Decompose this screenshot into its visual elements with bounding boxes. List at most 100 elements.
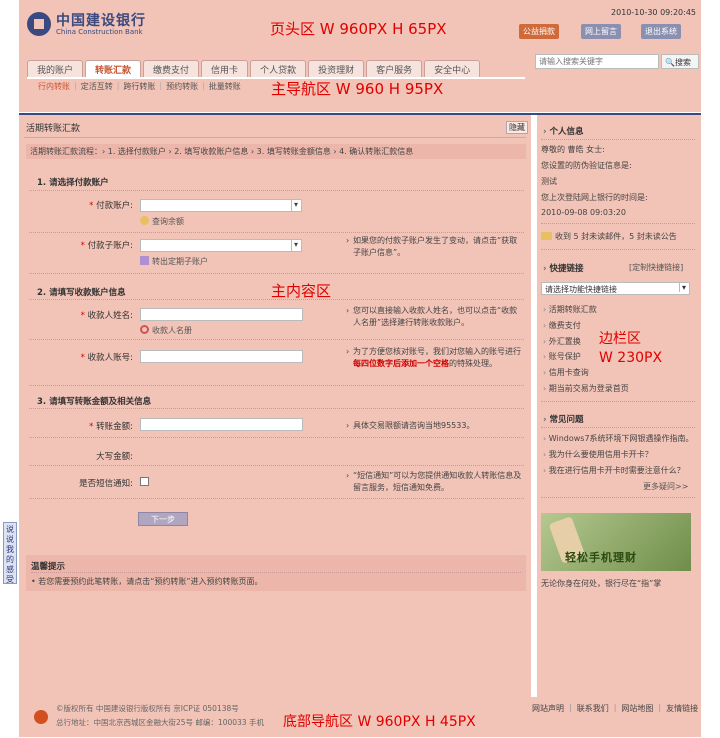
- payee-account-hint-1: 为了方便您核对账号，我们对您输入的账号进行: [353, 347, 521, 356]
- security-info-value: 测试: [541, 177, 557, 186]
- promo-caption: 无论你身在何处，银行尽在“指”掌: [541, 579, 662, 588]
- footer-link-contact[interactable]: 联系我们: [577, 703, 609, 714]
- subnav-batch[interactable]: 批量转账: [209, 81, 241, 92]
- footer-separator: |: [613, 703, 617, 712]
- logout-button[interactable]: 退出系统: [641, 24, 681, 39]
- bank-name-cn: 中国建设银行: [56, 13, 146, 29]
- tab-credit-card[interactable]: 信用卡: [201, 60, 249, 77]
- payee-name-input[interactable]: [140, 308, 303, 321]
- pay-sub-account-label: * 付款子账户:: [80, 241, 133, 251]
- tab-payment[interactable]: 缴费支付: [143, 60, 200, 77]
- sidebar-annotation-line2: W 230PX: [599, 350, 663, 366]
- faq-item[interactable]: 我为什么要使用信用卡开卡？: [543, 449, 653, 460]
- search-icon: 🔍: [665, 58, 675, 67]
- quick-link-item[interactable]: 账号保护: [543, 351, 581, 362]
- charity-button[interactable]: 公益捐款: [519, 24, 559, 39]
- subnav-scheduled[interactable]: 预约转账: [166, 81, 198, 92]
- tips-box: 温馨提示 • 若您需要预约此笔转账，请点击“预约转账”进入预约转账页面。: [26, 555, 526, 591]
- main-annotation: 主内容区: [271, 282, 332, 300]
- faq-item[interactable]: Windows7系统环境下网银遇操作指南。: [543, 433, 694, 444]
- subnav-fixed-current[interactable]: 定活互转: [81, 81, 113, 92]
- personal-info-title: 个人信息: [543, 125, 584, 137]
- tab-security[interactable]: 安全中心: [424, 60, 481, 77]
- payee-book-link[interactable]: 收款人名册: [140, 325, 192, 336]
- subnav-intra-transfer[interactable]: 行内转账: [38, 81, 70, 92]
- faq-item[interactable]: 我在进行信用卡开卡时需要注意什么？: [543, 465, 685, 476]
- tab-transfer[interactable]: 转账汇款: [85, 60, 142, 77]
- section-payee-info: 2. 请填写收款账户信息: [37, 288, 126, 298]
- pay-account-label-text: 付款账户:: [96, 201, 133, 211]
- amount-upper-label: 大写金额:: [96, 452, 133, 462]
- sidebar-divider-line: [541, 223, 695, 224]
- security-info-label: 您设置的防伪验证信息是:: [541, 161, 632, 170]
- quick-link-item[interactable]: 缴费支付: [543, 320, 581, 331]
- amount-input[interactable]: [140, 418, 303, 431]
- search-button-label: 搜索: [674, 58, 691, 67]
- payee-name-label-text: 收款人姓名:: [87, 311, 133, 321]
- section-divider: [29, 273, 524, 274]
- tab-personal-loan[interactable]: 个人贷款: [250, 60, 307, 77]
- sub-navigation: 行内转账 | 定活互转 | 跨行转账 | 预约转账 | 批量转账: [38, 81, 241, 92]
- pay-sub-account-select[interactable]: [140, 239, 302, 252]
- pay-account-select[interactable]: [140, 199, 302, 212]
- sms-notify-checkbox[interactable]: [140, 477, 149, 486]
- bank-logo-icon[interactable]: [27, 12, 51, 36]
- main-content: 活期转账汇款 隐藏 活期转账汇款流程：› 1. 选择付款账户 › 2. 填写收款…: [19, 115, 531, 697]
- tips-divider: [31, 572, 521, 573]
- footer-separator: |: [569, 703, 572, 712]
- quick-link-item[interactable]: 期当前交易为登录首页: [543, 383, 629, 394]
- quick-link-item[interactable]: 活期转账汇款: [543, 304, 597, 315]
- amount-label: * 转账金额:: [89, 422, 133, 432]
- feedback-tab[interactable]: 说说我的感受: [3, 522, 17, 584]
- bank-name-en: China Construction Bank: [56, 28, 143, 36]
- footer-logo-icon: [34, 710, 48, 724]
- tab-investment[interactable]: 投资理财: [308, 60, 365, 77]
- footer-copyright: ©版权所有 中国建设银行版权所有 京ICP证 050138号: [56, 704, 239, 713]
- mobile-banking-banner[interactable]: 轻松手机理财: [541, 513, 691, 571]
- last-login-label: 您上次登陆网上银行的时间是:: [541, 193, 648, 202]
- unread-mail-text: 收到 5 封未读邮件，5 封未读公告: [555, 232, 677, 241]
- search-button[interactable]: 🔍搜索: [661, 54, 699, 69]
- field-divider: [29, 437, 524, 438]
- quick-link-select[interactable]: 请选择功能快捷链接: [541, 282, 690, 295]
- footer-address: 总行地址：中国北京西城区金融大街25号 邮编：100033 手机: [56, 718, 264, 727]
- faq-more-link[interactable]: 更多疑问>>: [643, 481, 688, 492]
- quick-link-item[interactable]: 外汇置换: [543, 336, 581, 347]
- time-deposit-label: 转出定期子账户: [152, 257, 208, 266]
- search-input[interactable]: [535, 54, 659, 69]
- footer-link-friends[interactable]: 友情链接: [666, 703, 698, 714]
- faq-title: 常见问题: [543, 413, 584, 425]
- footer-links: 网站声明 | 联系我们 | 网站地图 | 友情链接: [532, 703, 698, 714]
- unread-mail-notice[interactable]: 收到 5 封未读邮件，5 封未读公告: [541, 231, 677, 242]
- last-login-value: 2010-09-08 09:03:20: [541, 208, 626, 217]
- customize-quick-links[interactable]: [定制快捷链接]: [629, 262, 683, 273]
- time-deposit-link[interactable]: 转出定期子账户: [140, 256, 208, 267]
- payee-name-label: * 收款人姓名:: [80, 311, 133, 321]
- sidebar-divider-line: [541, 401, 695, 402]
- transfer-flow-steps: 活期转账汇款流程：› 1. 选择付款账户 › 2. 填写收款账户信息 › 3. …: [26, 144, 526, 159]
- deposit-icon: [140, 256, 149, 265]
- nav-annotation: 主导航区 W 960 H 95PX: [271, 80, 444, 98]
- query-balance-link[interactable]: 查询余额: [140, 216, 184, 227]
- footer-link-sitemap[interactable]: 网站地图: [621, 703, 653, 714]
- subnav-interbank[interactable]: 跨行转账: [123, 81, 155, 92]
- message-button[interactable]: 网上留言: [581, 24, 621, 39]
- field-divider: [29, 465, 524, 466]
- mail-icon: [541, 232, 552, 240]
- tab-customer-service[interactable]: 客户服务: [366, 60, 423, 77]
- payee-name-hint: 您可以直接输入收款人姓名，也可以点击“收款人名册”选择建行转账收款账户。: [346, 305, 523, 329]
- balance-icon: [140, 216, 149, 225]
- footer-link-disclaimer[interactable]: 网站声明: [532, 703, 564, 714]
- payee-account-input[interactable]: [140, 350, 303, 363]
- page-footer: ©版权所有 中国建设银行版权所有 京ICP证 050138号 总行地址：中国北京…: [19, 697, 701, 737]
- footer-annotation: 底部导航区 W 960PX H 45PX: [283, 714, 476, 730]
- section-divider: [29, 408, 524, 409]
- tab-my-account[interactable]: 我的账户: [27, 60, 84, 77]
- sms-notify-hint: “短信通知”可以为您提供通知收款人转账信息及留言服务，短信通知免费。: [346, 470, 523, 494]
- next-step-button[interactable]: 下一步: [138, 512, 188, 526]
- sidebar-divider-line: [541, 497, 695, 498]
- quick-link-item[interactable]: 信用卡查询: [543, 367, 589, 378]
- hide-button[interactable]: 隐藏: [506, 121, 528, 134]
- sub-account-hint: 如果您的付款子账户发生了变动，请点击“获取子账户信息”。: [346, 235, 523, 259]
- sidebar: 个人信息 尊敬的 曹皓 女士: 您设置的防伪验证信息是: 测试 您上次登陆网上银…: [537, 115, 701, 697]
